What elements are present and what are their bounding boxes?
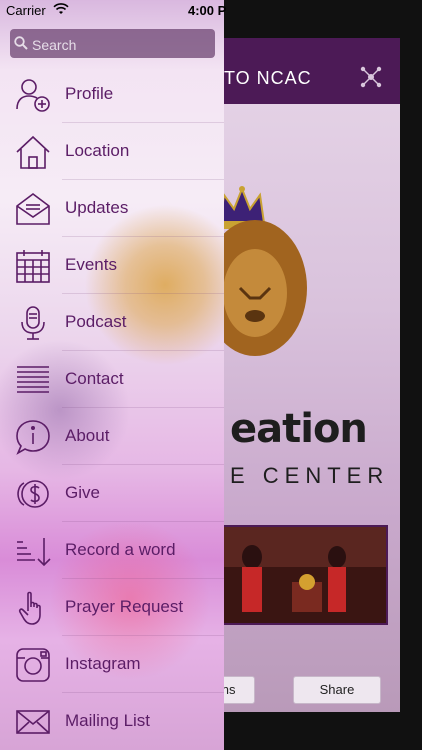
status-bar: Carrier 4:00 P <box>0 0 422 22</box>
clock: 4:00 P <box>188 3 227 18</box>
menu-item-give[interactable]: Give <box>0 465 224 522</box>
sort-down-icon <box>14 532 52 570</box>
menu-item-instagram[interactable]: Instagram <box>0 636 224 693</box>
menu-item-mailing-list[interactable]: Mailing List <box>0 693 224 750</box>
menu-item-events[interactable]: Events <box>0 237 224 294</box>
menu-item-contact[interactable]: Contact <box>0 351 224 408</box>
logo-wordmark: eation <box>230 406 368 452</box>
menu-label: Instagram <box>65 654 141 673</box>
menu-item-profile[interactable]: Profile <box>0 66 224 123</box>
lines-icon <box>14 361 52 399</box>
wifi-icon <box>53 3 69 14</box>
app-title: TO NCAC <box>224 68 312 88</box>
search-icon <box>14 36 28 50</box>
envelope-open-icon <box>14 190 52 228</box>
search-bar[interactable] <box>10 29 215 60</box>
menu-item-location[interactable]: Location <box>0 123 224 180</box>
search-input[interactable] <box>30 29 214 60</box>
menu-label: Contact <box>65 369 124 388</box>
instagram-icon <box>14 646 52 684</box>
menu-label: Profile <box>65 84 114 103</box>
menu-label: Record a word <box>65 540 176 559</box>
info-bubble-icon <box>14 418 52 456</box>
coins-icon <box>14 475 52 513</box>
share-button[interactable]: Share <box>293 676 381 704</box>
menu-label: Podcast <box>65 312 127 331</box>
logo-subtitle: E CENTER <box>230 463 390 488</box>
menu-label: Location <box>65 141 130 160</box>
menu-label: Prayer Request <box>65 597 184 616</box>
home-icon <box>14 133 52 171</box>
menu-item-record-a-word[interactable]: Record a word <box>0 522 224 579</box>
menu-item-about[interactable]: About <box>0 408 224 465</box>
side-menu: Profile Location Updates <box>0 0 224 750</box>
hand-pointer-icon <box>14 589 52 627</box>
photo-content <box>222 527 386 623</box>
calendar-icon <box>14 247 52 285</box>
network-icon[interactable] <box>358 64 384 90</box>
menu-item-podcast[interactable]: Podcast <box>0 294 224 351</box>
menu-label: Give <box>65 483 100 502</box>
menu-label: Mailing List <box>65 711 151 730</box>
microphone-icon <box>14 304 52 342</box>
menu-label: About <box>65 426 110 445</box>
menu-label: Events <box>65 255 117 274</box>
worship-photo <box>220 525 388 625</box>
menu-item-prayer-request[interactable]: Prayer Request <box>0 579 224 636</box>
menu-label: Updates <box>65 198 129 217</box>
mail-icon <box>14 703 52 741</box>
profile-add-icon <box>14 76 52 114</box>
menu-item-updates[interactable]: Updates <box>0 180 224 237</box>
carrier-label: Carrier <box>6 3 46 18</box>
